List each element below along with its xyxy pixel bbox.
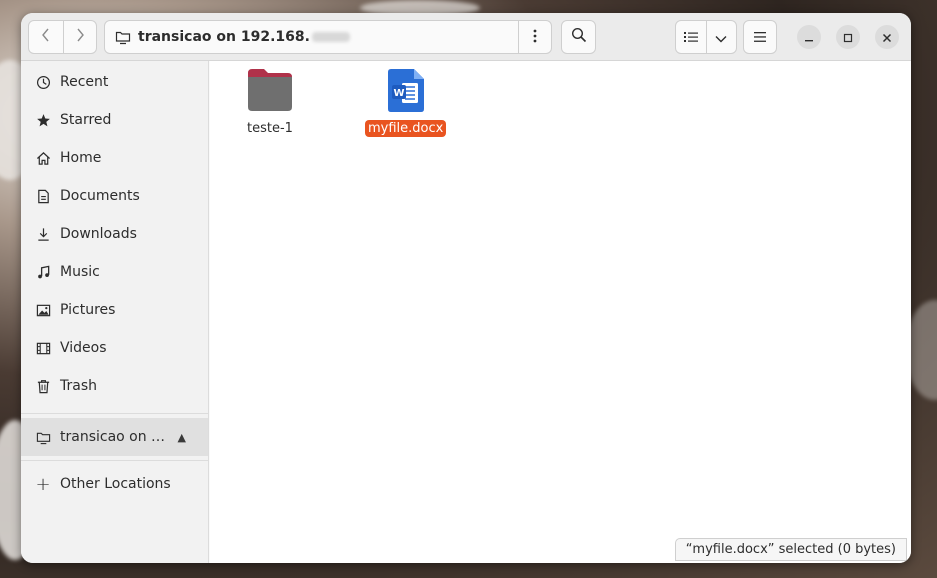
file-view: teste-1 W myfile.docx “myfile.docx” sele… bbox=[210, 61, 911, 563]
sidebar-item-music[interactable]: Music bbox=[21, 253, 208, 291]
word-document-icon: W bbox=[384, 67, 428, 117]
sidebar-item-label: Starred bbox=[60, 112, 112, 128]
search-button[interactable] bbox=[561, 20, 596, 54]
file-name-selected: myfile.docx bbox=[365, 120, 447, 137]
sidebar-item-home[interactable]: Home bbox=[21, 139, 208, 177]
sidebar-item-label: Recent bbox=[60, 74, 109, 90]
sidebar-item-trash[interactable]: Trash bbox=[21, 367, 208, 405]
sidebar-item-label: Documents bbox=[60, 188, 140, 204]
star-icon bbox=[35, 112, 51, 128]
video-icon bbox=[35, 340, 51, 356]
sidebar: Recent Starred Home Documents Downloads … bbox=[21, 61, 209, 563]
sidebar-item-downloads[interactable]: Downloads bbox=[21, 215, 208, 253]
forward-button[interactable] bbox=[62, 21, 97, 53]
sidebar-item-label: Downloads bbox=[60, 226, 137, 242]
eject-icon[interactable]: ▲ bbox=[178, 431, 186, 444]
sidebar-item-documents[interactable]: Documents bbox=[21, 177, 208, 215]
sidebar-item-label: Pictures bbox=[60, 302, 116, 318]
file-item-folder[interactable]: teste-1 bbox=[244, 67, 296, 137]
plus-icon: + bbox=[35, 473, 51, 495]
hamburger-menu-icon bbox=[753, 28, 767, 47]
location-path-bar[interactable]: transicao on 192.168. bbox=[104, 20, 552, 54]
view-options-button[interactable] bbox=[705, 21, 736, 53]
sidebar-item-starred[interactable]: Starred bbox=[21, 101, 208, 139]
sidebar-item-label: Trash bbox=[60, 378, 97, 394]
sidebar-item-label: transicao on … bbox=[60, 429, 166, 445]
search-icon bbox=[571, 27, 587, 47]
view-buttons bbox=[675, 20, 737, 54]
sidebar-item-videos[interactable]: Videos bbox=[21, 329, 208, 367]
chevron-down-icon bbox=[715, 28, 727, 47]
file-manager-window: transicao on 192.168. Recent Starred Hom… bbox=[21, 13, 911, 563]
trash-icon bbox=[35, 378, 51, 394]
sidebar-item-label: Music bbox=[60, 264, 100, 280]
navigation-buttons bbox=[28, 20, 97, 54]
main-menu-button[interactable] bbox=[743, 20, 777, 54]
redacted-ip-segment bbox=[311, 32, 350, 42]
file-name: teste-1 bbox=[247, 121, 293, 136]
chevron-right-icon bbox=[75, 27, 85, 47]
list-view-icon bbox=[683, 28, 698, 47]
maximize-icon bbox=[843, 28, 853, 47]
music-icon bbox=[35, 264, 51, 280]
download-icon bbox=[35, 226, 51, 242]
document-icon bbox=[35, 188, 51, 204]
sidebar-item-other-locations[interactable]: + Other Locations bbox=[21, 465, 208, 503]
sidebar-item-pictures[interactable]: Pictures bbox=[21, 291, 208, 329]
file-item-docx[interactable]: W myfile.docx bbox=[365, 67, 447, 137]
sidebar-item-label: Home bbox=[60, 150, 102, 166]
close-button[interactable] bbox=[875, 25, 899, 49]
maximize-button[interactable] bbox=[836, 25, 860, 49]
vertical-ellipsis-icon bbox=[533, 28, 537, 47]
location-label: transicao on 192.168. bbox=[138, 29, 310, 45]
back-button[interactable] bbox=[29, 21, 63, 53]
minimize-button[interactable] bbox=[797, 25, 821, 49]
close-icon bbox=[882, 28, 892, 47]
home-icon bbox=[35, 150, 51, 166]
network-folder-icon bbox=[35, 429, 51, 445]
header-bar: transicao on 192.168. bbox=[21, 13, 911, 61]
clock-icon bbox=[35, 74, 51, 90]
svg-text:W: W bbox=[393, 88, 404, 99]
status-bar: “myfile.docx” selected (0 bytes) bbox=[674, 538, 907, 561]
path-menu-button[interactable] bbox=[518, 21, 551, 53]
sidebar-item-network-mount[interactable]: transicao on … ▲ bbox=[21, 418, 208, 456]
sidebar-item-label: Videos bbox=[60, 340, 107, 356]
list-view-button[interactable] bbox=[676, 21, 706, 53]
chevron-left-icon bbox=[41, 27, 51, 47]
sidebar-item-label: Other Locations bbox=[60, 476, 171, 492]
folder-icon bbox=[246, 67, 294, 117]
network-folder-icon bbox=[115, 29, 131, 45]
picture-icon bbox=[35, 302, 51, 318]
sidebar-item-recent[interactable]: Recent bbox=[21, 63, 208, 101]
minimize-icon bbox=[804, 28, 814, 47]
